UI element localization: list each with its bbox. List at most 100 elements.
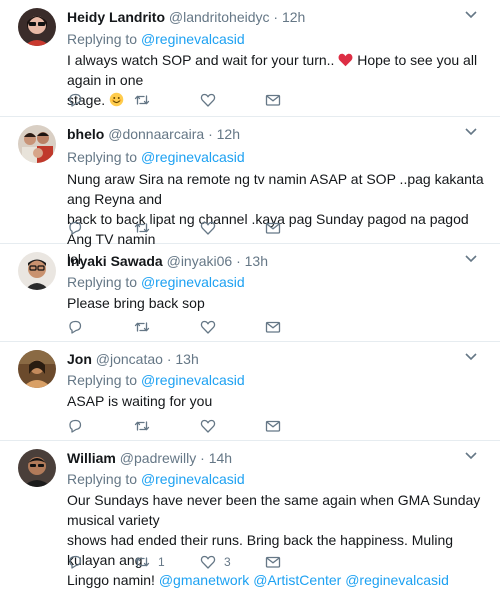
user-handle[interactable]: @landritoheidyc — [169, 9, 270, 25]
tweet[interactable]: bhelo @donnaarcaira · 12h Replying to @r… — [0, 117, 500, 267]
tweet-text-line: Our Sundays have never been the same aga… — [67, 492, 481, 528]
tweet-text-line: Nung araw Sira na remote ng tv namin ASA… — [67, 171, 484, 207]
like-button[interactable] — [200, 219, 224, 237]
timestamp[interactable]: 12h — [282, 9, 305, 25]
tweet-header: Jon @joncatao · 13h — [67, 350, 199, 368]
mention-link[interactable]: @gmanetwork — [159, 572, 249, 588]
replying-to: Replying to @reginevalcasid — [67, 470, 245, 488]
replying-label: Replying to — [67, 31, 138, 47]
avatar[interactable] — [18, 449, 56, 487]
mention-link[interactable]: @reginevalcasid — [141, 372, 245, 388]
replying-to: Replying to @reginevalcasid — [67, 273, 245, 291]
replying-to: Replying to @reginevalcasid — [67, 30, 245, 48]
separator-dot: · — [166, 351, 172, 367]
avatar[interactable] — [18, 350, 56, 388]
separator-dot: · — [236, 253, 241, 269]
retweet-button[interactable] — [134, 318, 158, 336]
retweet-button[interactable] — [134, 91, 158, 109]
user-handle[interactable]: @padrewilly — [120, 450, 196, 466]
avatar[interactable] — [18, 8, 56, 46]
tweet-header: William @padrewilly · 14h — [67, 449, 232, 467]
user-handle[interactable]: @donnaarcaira — [108, 126, 204, 142]
retweet-icon — [134, 322, 150, 332]
tweet-actions — [67, 318, 367, 338]
retweet-icon — [134, 421, 150, 431]
direct-message-button[interactable] — [265, 91, 281, 109]
tweet-text-line: ASAP is waiting for you — [67, 393, 213, 409]
reply-button[interactable] — [67, 219, 91, 237]
tweet-text-part: Linggo namin! — [67, 572, 155, 588]
reply-button[interactable] — [67, 553, 91, 571]
direct-message-button[interactable] — [265, 417, 281, 435]
display-name[interactable]: bhelo — [67, 126, 104, 142]
heart-emoji-icon — [338, 53, 353, 67]
reply-button[interactable] — [67, 91, 91, 109]
direct-message-button[interactable] — [265, 553, 281, 571]
timestamp[interactable]: 14h — [209, 450, 232, 466]
chevron-down-icon[interactable] — [464, 254, 478, 264]
tweet[interactable]: Inyaki Sawada @inyaki06 · 13h Replying t… — [0, 244, 500, 342]
avatar[interactable] — [18, 125, 56, 163]
avatar[interactable] — [18, 252, 56, 290]
separator-dot: · — [208, 126, 213, 142]
like-button[interactable] — [200, 417, 224, 435]
tweet[interactable]: William @padrewilly · 14h Replying to @r… — [0, 441, 500, 588]
separator-dot: · — [273, 9, 279, 25]
tweet-actions — [67, 91, 367, 111]
tweet-actions: 1 3 — [67, 553, 367, 573]
tweet-header: Heidy Landrito @landritoheidyc · 12h — [67, 8, 305, 26]
retweet-button[interactable] — [134, 417, 158, 435]
display-name[interactable]: Heidy Landrito — [67, 9, 165, 25]
chevron-down-icon[interactable] — [464, 451, 478, 461]
timestamp[interactable]: 12h — [217, 126, 240, 142]
display-name[interactable]: Jon — [67, 351, 92, 367]
retweet-button[interactable]: 1 — [134, 553, 165, 571]
mention-link[interactable]: @reginevalcasid — [141, 149, 245, 165]
mention-link[interactable]: @reginevalcasid — [141, 31, 245, 47]
chevron-down-icon[interactable] — [464, 127, 478, 137]
separator-dot: · — [200, 450, 205, 466]
heart-icon — [200, 419, 216, 433]
chevron-down-icon[interactable] — [464, 10, 478, 20]
replying-label: Replying to — [67, 149, 138, 165]
retweet-icon — [134, 95, 150, 105]
direct-message-button[interactable] — [265, 318, 281, 336]
user-handle[interactable]: @joncatao — [96, 351, 163, 367]
like-button[interactable] — [200, 318, 224, 336]
retweet-count: 1 — [158, 555, 165, 569]
direct-message-button[interactable] — [265, 219, 281, 237]
like-button[interactable]: 3 — [200, 553, 231, 571]
tweet-header: Inyaki Sawada @inyaki06 · 13h — [67, 252, 268, 270]
tweet-actions — [67, 219, 367, 239]
replying-to: Replying to @reginevalcasid — [67, 148, 245, 166]
reply-button[interactable] — [67, 318, 91, 336]
retweet-button[interactable] — [134, 219, 158, 237]
reply-icon — [69, 419, 82, 433]
user-handle[interactable]: @inyaki06 — [167, 253, 233, 269]
display-name[interactable]: William — [67, 450, 116, 466]
chevron-down-icon[interactable] — [464, 352, 478, 362]
envelope-icon — [265, 420, 281, 432]
heart-icon — [200, 320, 216, 334]
tweet-actions — [67, 417, 367, 437]
envelope-icon — [265, 222, 281, 234]
like-button[interactable] — [200, 91, 224, 109]
tweet-text-line: Please bring back sop — [67, 295, 205, 311]
tweet[interactable]: Heidy Landrito @landritoheidyc · 12h Rep… — [0, 0, 500, 117]
mention-link[interactable]: @reginevalcasid — [141, 471, 245, 487]
display-name[interactable]: Inyaki Sawada — [67, 253, 163, 269]
tweet-text: Please bring back sop — [67, 293, 487, 313]
reply-button[interactable] — [67, 417, 91, 435]
tweet[interactable]: Jon @joncatao · 13h Replying to @reginev… — [0, 342, 500, 441]
mention-link[interactable]: @ArtistCenter — [253, 572, 341, 588]
tweet-text-line: Linggo namin! @gmanetwork @ArtistCenter … — [67, 570, 487, 590]
tweet-text: Our Sundays have never been the same aga… — [67, 490, 487, 590]
timestamp[interactable]: 13h — [175, 351, 198, 367]
heart-icon — [200, 93, 216, 107]
mention-link[interactable]: @reginevalcasid — [141, 274, 245, 290]
replying-label: Replying to — [67, 372, 138, 388]
mention-link[interactable]: @reginevalcasid — [345, 572, 449, 588]
reply-icon — [69, 320, 82, 334]
timestamp[interactable]: 13h — [245, 253, 268, 269]
tweet-header: bhelo @donnaarcaira · 12h — [67, 125, 240, 143]
